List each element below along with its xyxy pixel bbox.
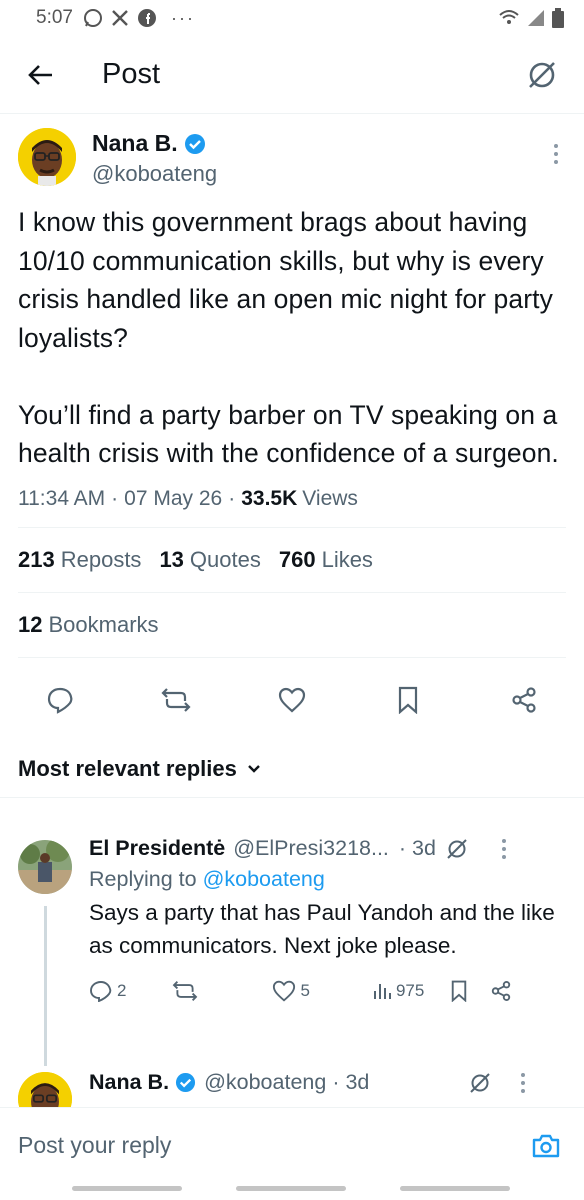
share-icon: [512, 686, 536, 713]
signal-icon: [528, 10, 544, 26]
share-button[interactable]: [506, 682, 542, 718]
app-header: Post: [0, 36, 584, 114]
reply-avatar[interactable]: [18, 840, 72, 894]
replying-to-handle[interactable]: @koboateng: [203, 867, 325, 891]
more-options-icon[interactable]: [546, 144, 566, 164]
grok-icon[interactable]: [469, 1072, 491, 1094]
reply-input[interactable]: [18, 1132, 526, 1159]
more-notifications-icon: ···: [170, 7, 195, 28]
more-options-icon[interactable]: [501, 838, 506, 859]
reply-author-name[interactable]: Nana B.: [89, 1070, 169, 1095]
reply-views-button[interactable]: 975: [372, 981, 424, 1001]
reply-reply-button[interactable]: 2: [89, 980, 126, 1002]
reply-button[interactable]: [42, 682, 78, 718]
repost-button[interactable]: [158, 682, 194, 718]
arrow-left-icon: [28, 64, 52, 85]
post-date: 07 May 26: [124, 486, 223, 510]
bookmarks-stat[interactable]: 12 Bookmarks: [0, 593, 584, 657]
heart-icon: [278, 687, 306, 712]
nav-handle: [236, 1186, 346, 1191]
facebook-icon: [137, 9, 156, 27]
bookmark-button[interactable]: [390, 682, 426, 718]
back-button[interactable]: [20, 55, 60, 95]
whatsapp-icon: [83, 9, 102, 27]
grok-icon[interactable]: [446, 838, 468, 860]
more-options-icon[interactable]: [521, 1072, 526, 1093]
verified-badge-icon: [176, 1072, 196, 1093]
avatar[interactable]: [18, 128, 76, 186]
reply-time: · 3d: [332, 1070, 370, 1094]
nav-handle: [72, 1186, 182, 1191]
status-bar: 5:07 ···: [0, 0, 584, 36]
reply-author-name[interactable]: El Presidentė: [89, 836, 225, 861]
reply-icon: [47, 687, 73, 714]
quotes-stat[interactable]: 13 Quotes: [159, 547, 260, 573]
like-button[interactable]: [274, 682, 310, 718]
reply-author-handle[interactable]: @ElPresi3218...: [233, 836, 389, 861]
wifi-icon: [499, 10, 519, 24]
repost-icon: [161, 687, 191, 712]
post-text: I know this government brags about havin…: [18, 207, 559, 468]
main-post: Nana B. @koboateng I know this governmen…: [0, 114, 584, 798]
post-time: 11:34 AM: [18, 486, 106, 510]
repost-icon: [173, 981, 198, 1001]
reply-actions: 2 5 975: [89, 980, 566, 1002]
post-views-count: 33.5K: [241, 486, 298, 510]
author-handle[interactable]: @koboateng: [92, 161, 217, 187]
post-views-label: Views: [302, 486, 358, 510]
avatar-photo: [18, 840, 72, 894]
status-time: 5:07: [36, 7, 73, 28]
reply-item[interactable]: Nana B. @koboateng · 3d: [0, 1066, 584, 1107]
reply-like-button[interactable]: 5: [272, 980, 310, 1002]
views-icon: [373, 984, 391, 999]
camera-icon: [532, 1134, 560, 1157]
nav-handle: [400, 1186, 510, 1191]
reply-composer: [0, 1107, 584, 1183]
reply-avatar[interactable]: [18, 1072, 72, 1107]
reply-icon: [90, 981, 112, 1002]
page-title: Post: [102, 58, 161, 90]
grok-icon: [529, 61, 555, 88]
bookmark-icon: [452, 980, 467, 1002]
bookmark-icon: [398, 686, 418, 714]
x-logo-icon: [112, 10, 128, 26]
camera-button[interactable]: [526, 1126, 566, 1166]
post-meta: 11:34 AM · 07 May 26 · 33.5K Views: [0, 473, 584, 511]
reply-bookmark-button[interactable]: [450, 980, 468, 1002]
replying-to: Replying to @koboateng: [89, 867, 325, 891]
thread-line: [44, 906, 47, 1066]
reply-time: · 3d: [398, 836, 436, 860]
replies-sort-dropdown[interactable]: Most relevant replies: [0, 742, 584, 798]
share-icon: [492, 981, 511, 1001]
heart-icon: [273, 980, 296, 1002]
post-actions: [0, 658, 584, 742]
grok-button[interactable]: [522, 55, 562, 95]
verified-badge-icon: [184, 133, 205, 154]
reply-share-button[interactable]: [490, 980, 512, 1002]
replies-heading: Most relevant replies: [18, 756, 237, 781]
chevron-down-icon: [248, 765, 260, 773]
meta-separator: ·: [111, 486, 119, 510]
stats-row: 213 Reposts 13 Quotes 760 Likes: [0, 528, 584, 592]
likes-stat[interactable]: 760 Likes: [279, 547, 373, 573]
meta-separator: ·: [228, 486, 236, 510]
reposts-stat[interactable]: 213 Reposts: [18, 547, 141, 573]
avatar-illustration: [18, 1072, 72, 1107]
author-name[interactable]: Nana B.: [92, 130, 178, 157]
reply-text: Says a party that has Paul Yandoh and th…: [89, 900, 555, 958]
reply-repost-button[interactable]: [172, 980, 202, 1002]
reply-author-handle[interactable]: @koboateng: [204, 1070, 326, 1095]
avatar-illustration: [18, 128, 76, 186]
battery-icon: [552, 8, 564, 28]
